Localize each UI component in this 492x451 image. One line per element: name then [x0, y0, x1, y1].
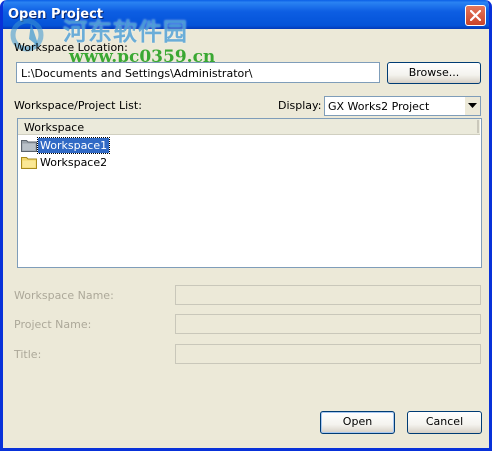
display-select[interactable]: GX Works2 Project [324, 96, 481, 116]
close-icon [470, 10, 481, 21]
title-label: Title: [14, 348, 42, 361]
column-separator[interactable] [477, 120, 479, 133]
folder-icon [21, 140, 37, 152]
workspace-list[interactable]: Workspace Workspace1 Workspace2 [17, 118, 482, 268]
workspace-location-input[interactable]: L:\Documents and Settings\Administrator\ [16, 62, 380, 83]
column-header-workspace[interactable]: Workspace [24, 121, 84, 134]
open-button[interactable]: Open [320, 411, 395, 434]
list-item-label: Workspace2 [40, 156, 108, 169]
list-header[interactable]: Workspace [18, 119, 480, 135]
folder-icon [21, 157, 37, 169]
close-button[interactable] [465, 5, 486, 26]
project-name-field [175, 314, 481, 334]
title-field [175, 344, 481, 364]
list-item-label: Workspace1 [36, 137, 111, 154]
workspace-name-label: Workspace Name: [14, 289, 114, 302]
workspace-location-label: Workspace Location: [14, 41, 128, 54]
browse-button[interactable]: Browse... [387, 62, 481, 84]
chevron-down-icon [468, 103, 477, 108]
display-label: Display: [278, 99, 322, 112]
workspace-name-field [175, 285, 481, 305]
cancel-button[interactable]: Cancel [407, 411, 482, 434]
display-select-value: GX Works2 Project [328, 100, 430, 113]
open-project-dialog: Open Project 河东软件园 www.pc0359.cn Workspa… [0, 0, 492, 451]
display-dropdown-button[interactable] [464, 97, 480, 115]
workspace-project-list-label: Workspace/Project List: [14, 99, 142, 112]
project-name-label: Project Name: [14, 318, 92, 331]
